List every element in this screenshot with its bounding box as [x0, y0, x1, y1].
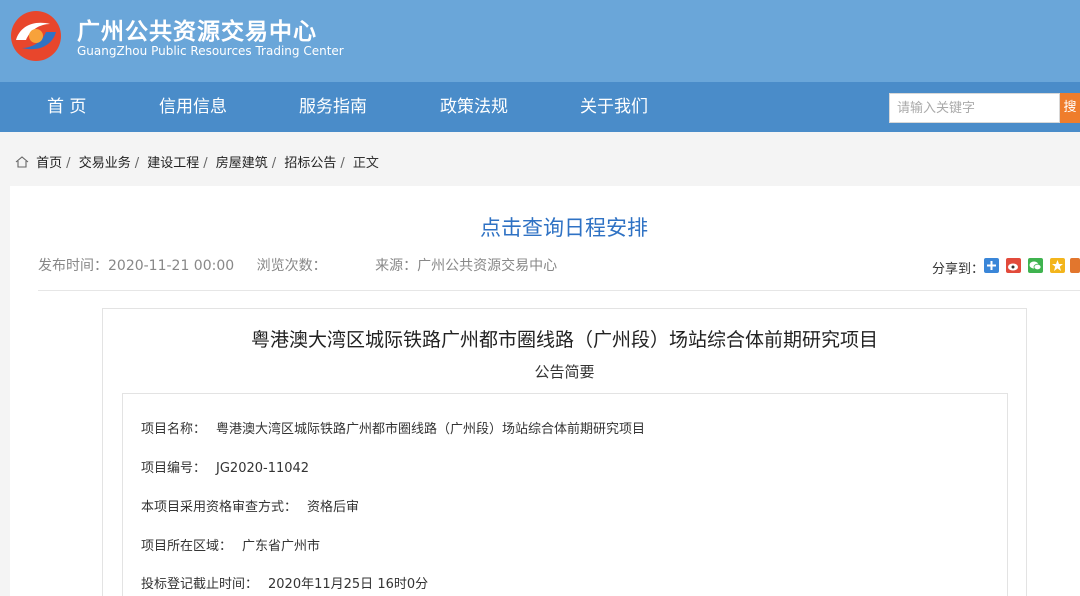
project-title: 粤港澳大湾区城际铁路广州都市圈线路（广州段）场站综合体前期研究项目 — [250, 329, 878, 351]
nav-item-home[interactable]: 首 页 — [47, 82, 86, 132]
logo-swirl-icon[interactable] — [10, 10, 62, 62]
field-value: JG2020-11042 — [216, 461, 310, 476]
field-project-number: 项目编号： JG2020-11042 — [141, 457, 309, 476]
field-qualification-method: 本项目采用资格审查方式： 资格后审 — [141, 496, 359, 515]
site-name-en: GuangZhou Public Resources Trading Cente… — [77, 44, 344, 58]
site-header: 广州公共资源交易中心 GuangZhou Public Resources Tr… — [0, 0, 1080, 82]
home-icon — [15, 156, 29, 168]
field-label: 投标登记截止时间： — [141, 577, 259, 592]
field-value: 广东省广州市 — [242, 539, 321, 554]
nav-item-credit-info[interactable]: 信用信息 — [159, 82, 227, 132]
view-count: 浏览次数： — [256, 258, 327, 274]
article-content: 点击查询日程安排 发布时间：2020-11-21 00:00 浏览次数： 来源：… — [10, 186, 1080, 596]
notice-summary-box: 项目名称： 粤港澳大湾区城际铁路广州都市圈线路（广州段）场站综合体前期研究项目 项… — [122, 393, 1008, 596]
search-button[interactable]: 搜 — [1060, 93, 1080, 123]
qzone-icon[interactable] — [984, 258, 999, 273]
share-label: 分享到： — [932, 262, 985, 277]
wechat-icon[interactable] — [1028, 258, 1043, 273]
breadcrumb-home[interactable]: 首页 — [36, 156, 62, 171]
breadcrumb: 首页 / 交易业务 / 建设工程 / 房屋建筑 / 招标公告 / 正文 — [15, 152, 379, 176]
field-label: 本项目采用资格审查方式： — [141, 500, 298, 515]
article-source: 来源：广州公共资源交易中心 — [375, 258, 558, 274]
field-label: 项目名称： — [141, 422, 207, 437]
field-label: 项目所在区域： — [141, 539, 233, 554]
breadcrumb-housing[interactable]: 房屋建筑 — [216, 156, 268, 171]
site-name[interactable]: 广州公共资源交易中心 — [77, 12, 317, 46]
publish-time: 发布时间：2020-11-21 00:00 — [38, 258, 235, 274]
search-input[interactable] — [889, 93, 1060, 123]
breadcrumb-tender-notice[interactable]: 招标公告 — [284, 156, 336, 171]
field-value: 2020年11月25日 16时0分 — [268, 577, 429, 592]
breadcrumb-construction[interactable]: 建设工程 — [147, 156, 199, 171]
nav-item-about-us[interactable]: 关于我们 — [580, 82, 648, 132]
renren-icon[interactable] — [1070, 258, 1080, 273]
breadcrumb-current: 正文 — [352, 156, 379, 171]
nav-item-service-guide[interactable]: 服务指南 — [299, 82, 367, 132]
breadcrumb-trading[interactable]: 交易业务 — [79, 156, 131, 171]
field-label: 项目编号： — [141, 461, 207, 476]
divider — [38, 290, 1080, 291]
article-meta: 发布时间：2020-11-21 00:00 浏览次数： 来源：广州公共资源交易中… — [38, 255, 575, 275]
schedule-query-link[interactable]: 点击查询日程安排 — [10, 212, 1080, 242]
notice-subtitle: 公告简要 — [534, 363, 595, 381]
field-project-region: 项目所在区域： 广东省广州市 — [141, 535, 320, 554]
weibo-icon[interactable] — [1006, 258, 1021, 273]
field-value: 粤港澳大湾区城际铁路广州都市圈线路（广州段）场站综合体前期研究项目 — [216, 422, 646, 437]
qq-icon[interactable] — [1050, 258, 1065, 273]
field-project-name: 项目名称： 粤港澳大湾区城际铁路广州都市圈线路（广州段）场站综合体前期研究项目 — [141, 418, 645, 437]
field-value: 资格后审 — [307, 500, 360, 515]
nav-item-policies[interactable]: 政策法规 — [440, 82, 508, 132]
notice-panel: 粤港澳大湾区城际铁路广州都市圈线路（广州段）场站综合体前期研究项目 公告简要 项… — [102, 308, 1027, 596]
field-registration-deadline: 投标登记截止时间： 2020年11月25日 16时0分 — [141, 573, 428, 592]
